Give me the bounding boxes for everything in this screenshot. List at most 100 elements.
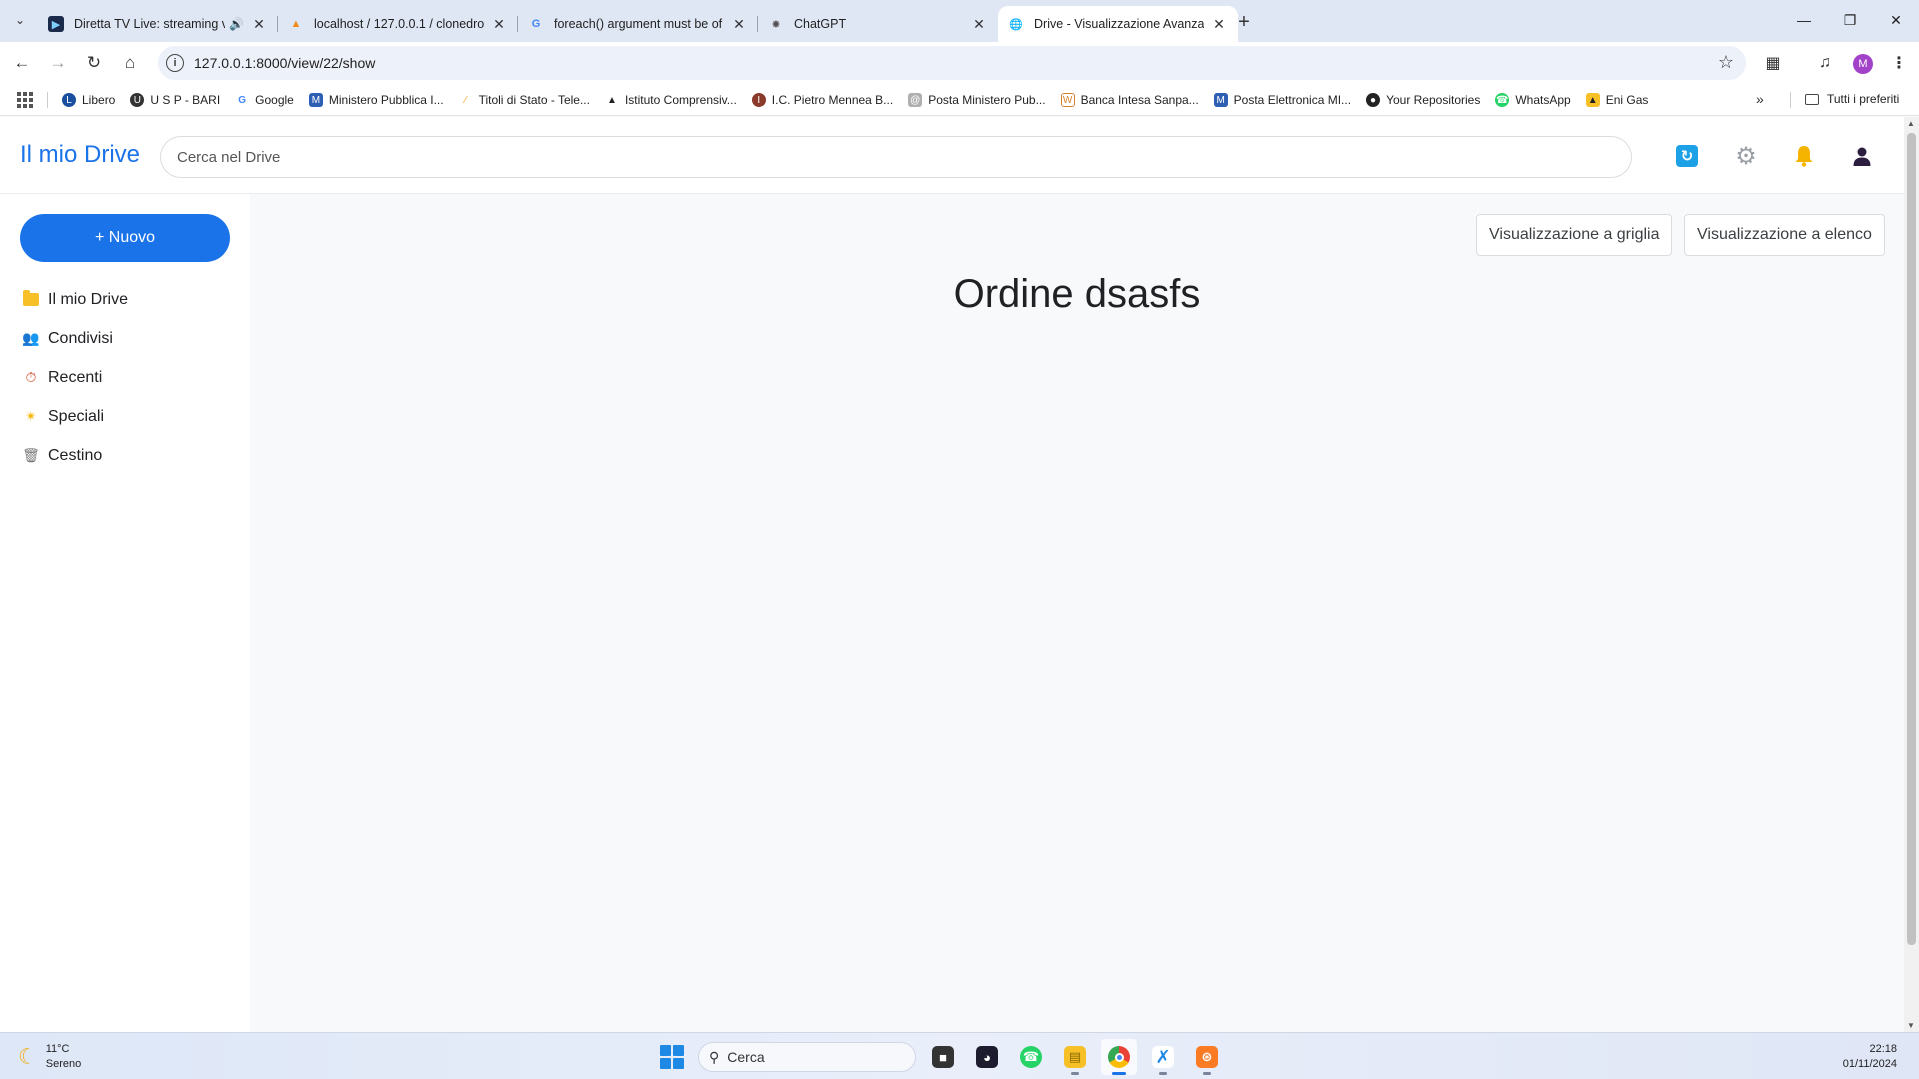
bookmark-intesa[interactable]: W Banca Intesa Sanpa...: [1060, 93, 1199, 107]
taskbar-search-label: Cerca: [727, 1049, 765, 1065]
sidebar-item-starred[interactable]: ✴ Speciali: [22, 397, 128, 436]
sidebar-item-trash[interactable]: 🗑 Cestino: [22, 436, 128, 475]
list-view-button[interactable]: Visualizzazione a elenco: [1684, 214, 1885, 256]
new-button[interactable]: + Nuovo: [20, 214, 230, 262]
bookmark-istituto[interactable]: ▲ Istituto Comprensiv...: [604, 93, 737, 107]
extensions-puzzle-icon[interactable]: ▦: [1761, 51, 1785, 75]
bookmark-google[interactable]: G Google: [235, 93, 294, 107]
gear-icon[interactable]: ⚙: [1735, 143, 1757, 170]
bookmark-label: Google: [255, 93, 294, 107]
sidebar-item-recent[interactable]: ⏱ Recenti: [22, 358, 128, 397]
taskbar-apps: ■ ◕ ☎ ▤ ✗ ⊛: [925, 1039, 1233, 1075]
bookmark-label: Ministero Pubblica I...: [328, 93, 444, 107]
tab-title: ChatGPT: [794, 17, 847, 31]
back-arrow-icon[interactable]: ←: [8, 49, 36, 77]
taskbar-app-whatsapp[interactable]: ☎: [1013, 1039, 1049, 1075]
close-window-icon[interactable]: ✕: [1873, 0, 1919, 40]
eni-icon: ▲: [1585, 93, 1600, 107]
close-tab-icon[interactable]: ✕: [1210, 15, 1228, 33]
scroll-up-arrow-icon[interactable]: ▲: [1907, 119, 1915, 128]
tab-search-chevron-icon[interactable]: ⌄: [8, 8, 32, 32]
windows-start-icon[interactable]: [660, 1045, 684, 1069]
app-title[interactable]: Il mio Drive: [20, 141, 140, 169]
scroll-down-arrow-icon[interactable]: ▼: [1907, 1021, 1915, 1030]
bookmark-posta-ministero[interactable]: @ Posta Ministero Pub...: [908, 93, 1046, 107]
phpmyadmin-icon: ▲: [290, 18, 302, 30]
all-bookmarks-folder[interactable]: Tutti i preferiti: [1805, 92, 1899, 106]
bookmark-star-icon[interactable]: ☆: [1718, 52, 1734, 73]
intesa-icon: W: [1060, 93, 1075, 107]
media-control-icon[interactable]: ♫: [1813, 51, 1837, 75]
taskbar-app-vscode[interactable]: ✗: [1145, 1039, 1181, 1075]
page-scrollbar[interactable]: ▲ ▼: [1904, 117, 1919, 1032]
tab-drive-active[interactable]: 🌐 Drive - Visualizzazione Avanzata ✕: [998, 6, 1238, 42]
tab-title: Drive - Visualizzazione Avanzata: [1034, 17, 1204, 31]
bookmark-usp-bari[interactable]: U U S P - BARI: [130, 93, 220, 107]
tab-chatgpt[interactable]: ✸ ChatGPT ✕: [758, 6, 998, 42]
close-tab-icon[interactable]: ✕: [490, 15, 508, 33]
close-tab-icon[interactable]: ✕: [730, 15, 748, 33]
system-clock[interactable]: 22:18 01/11/2024: [1843, 1042, 1897, 1072]
taskbar-app-chrome[interactable]: [1101, 1039, 1137, 1075]
bookmark-libero[interactable]: L Libero: [62, 93, 115, 107]
xampp-icon: ⊛: [1196, 1046, 1218, 1068]
site-info-icon[interactable]: i: [166, 54, 184, 72]
taskbar-search[interactable]: ⚲ Cerca: [698, 1042, 916, 1072]
sidebar-item-my-drive[interactable]: Il mio Drive: [22, 280, 128, 319]
bookmark-github[interactable]: ● Your Repositories: [1366, 93, 1480, 107]
sidebar-item-label: Speciali: [48, 407, 105, 425]
ministero-icon: M: [308, 93, 323, 107]
google-icon: G: [531, 18, 541, 30]
home-icon[interactable]: ⌂: [116, 49, 144, 77]
scroll-thumb[interactable]: [1907, 133, 1916, 945]
libero-icon: L: [62, 93, 76, 107]
speaker-icon[interactable]: 🔊: [229, 17, 244, 31]
forward-arrow-icon[interactable]: →: [44, 49, 72, 77]
weather-text: 11°C Sereno: [46, 1042, 81, 1072]
google-icon: G: [235, 93, 250, 107]
taskbar-app-xampp[interactable]: ⊛: [1189, 1039, 1225, 1075]
speedometer-icon: ◕: [976, 1046, 998, 1068]
bookmark-label: Posta Elettronica MI...: [1233, 93, 1352, 107]
tab-phpmyadmin[interactable]: ▲ localhost / 127.0.0.1 / clonedrop ✕: [278, 6, 518, 42]
stopwatch-icon: ⏱: [25, 369, 37, 385]
close-tab-icon[interactable]: ✕: [250, 15, 268, 33]
apps-grid-icon[interactable]: [17, 92, 33, 108]
new-tab-plus-icon[interactable]: +: [1230, 8, 1258, 36]
minimize-icon[interactable]: —: [1781, 0, 1827, 40]
user-icon[interactable]: [1851, 145, 1873, 167]
taskbar-app-file-explorer[interactable]: ▤: [1057, 1039, 1093, 1075]
sidebar-item-shared[interactable]: 👥 Condivisi: [22, 319, 128, 358]
taskbar-app-terminal[interactable]: ■: [925, 1039, 961, 1075]
tab-google-search[interactable]: G foreach() argument must be of type ✕: [518, 6, 758, 42]
grid-view-button[interactable]: Visualizzazione a griglia: [1476, 214, 1673, 256]
bookmark-whatsapp[interactable]: ☎ WhatsApp: [1495, 93, 1571, 107]
bookmark-ic-mennea[interactable]: I I.C. Pietro Mennea B...: [751, 93, 893, 107]
bookmark-ministero[interactable]: M Ministero Pubblica I...: [308, 93, 444, 107]
restore-icon[interactable]: ❐: [1827, 0, 1873, 40]
sidebar-item-label: Recenti: [48, 368, 103, 386]
tab-diretta-tv[interactable]: ▶ Diretta TV Live: streaming video 🔊 ✕: [38, 6, 278, 42]
tab-list: ▶ Diretta TV Live: streaming video 🔊 ✕ ▲…: [38, 6, 1238, 42]
taskbar-app-speedometer[interactable]: ◕: [969, 1039, 1005, 1075]
reload-icon[interactable]: ↻: [80, 49, 108, 77]
bookmark-separator: [1790, 92, 1791, 108]
address-bar[interactable]: i 127.0.0.1:8000/view/22/show ☆: [158, 46, 1746, 80]
bookmark-label: U S P - BARI: [150, 93, 221, 107]
more-bookmarks-chevron-icon[interactable]: »: [1756, 91, 1764, 107]
terminal-icon: ■: [932, 1046, 954, 1068]
bookmark-titoli-stato[interactable]: ⁄ Titoli di Stato - Tele...: [458, 93, 590, 107]
tab-title: localhost / 127.0.0.1 / clonedrop: [314, 17, 484, 31]
close-tab-icon[interactable]: ✕: [970, 15, 988, 33]
bookmark-posta-mi[interactable]: M Posta Elettronica MI...: [1213, 93, 1352, 107]
url-text[interactable]: 127.0.0.1:8000/view/22/show: [194, 55, 375, 71]
weather-widget[interactable]: ☾ 11°C Sereno: [18, 1042, 81, 1072]
kebab-menu-icon[interactable]: ⋮: [1887, 51, 1911, 75]
profile-avatar[interactable]: M: [1853, 54, 1873, 74]
browser-toolbar: ← → ↻ ⌂ i 127.0.0.1:8000/view/22/show ☆ …: [0, 42, 1919, 84]
sync-icon[interactable]: ↻: [1676, 145, 1698, 167]
bookmark-eni-gas[interactable]: ▲ Eni Gas: [1585, 93, 1648, 107]
bell-icon[interactable]: [1793, 145, 1815, 167]
drive-search-input[interactable]: [160, 136, 1632, 178]
posta-mi-icon: M: [1213, 93, 1228, 107]
